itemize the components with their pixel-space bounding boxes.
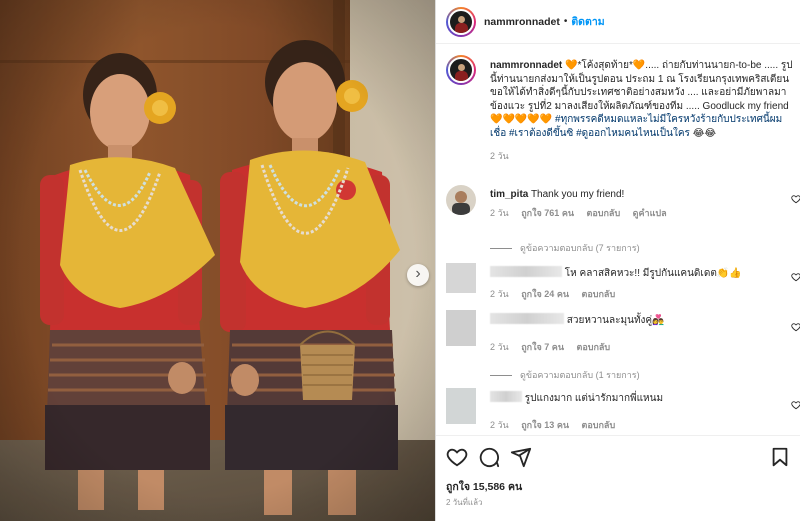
see-translation-button[interactable]: ดูคำแปล — [633, 208, 667, 218]
caption-segment: 😂😂 — [689, 127, 717, 139]
heart-icon[interactable] — [791, 400, 800, 410]
caption-username[interactable]: nammronnadet — [490, 60, 562, 71]
comment-body: tim_pita Thank you my friend! — [490, 188, 780, 201]
comment-likes[interactable]: ถูกใจ 7 คน — [521, 342, 564, 352]
comment-meta: 2 วัน ถูกใจ 13 คน ตอบกลับ — [490, 418, 625, 432]
likes-count[interactable]: ถูกใจ 15,586 คน — [446, 478, 522, 495]
blurred-username — [490, 313, 564, 324]
avatar[interactable] — [446, 310, 476, 346]
comment-text: โห คลาสสิคหวะ!! มีรูปกันแคนดิเดต👏👍 — [564, 268, 742, 279]
reply-button[interactable]: ตอบกลับ — [587, 208, 621, 218]
comment-meta: 2 วัน ถูกใจ 761 คน ตอบกลับ ดูคำแปล — [490, 206, 677, 220]
blurred-username — [490, 391, 522, 402]
post-actions: ถูกใจ 15,586 คน 2 วันที่แล้ว — [436, 435, 800, 521]
heart-icon[interactable] — [446, 446, 468, 468]
reply-button[interactable]: ตอบกลับ — [582, 289, 616, 299]
next-image-button[interactable]: › — [407, 264, 429, 286]
comment-body: สวยหวานละมุนทั้งคู่👩‍❤️‍👨 — [490, 313, 780, 327]
bookmark-icon[interactable] — [769, 446, 791, 468]
view-replies-button[interactable]: ดูข้อความตอบกลับ (1 รายการ) — [490, 368, 640, 382]
comment-text: Thank you my friend! — [530, 189, 625, 200]
post-date: 2 วันที่แล้ว — [446, 498, 483, 507]
blurred-username — [490, 266, 562, 277]
header-username[interactable]: nammronnadet — [484, 16, 560, 28]
post-header: nammronnadet • ติดตาม — [436, 0, 800, 44]
follow-button[interactable]: ติดตาม — [571, 13, 604, 30]
comment-meta: 2 วัน ถูกใจ 7 คน ตอบกลับ — [490, 340, 620, 354]
chevron-right-icon: › — [415, 265, 421, 282]
heart-icon[interactable] — [791, 322, 800, 332]
caption-avatar[interactable] — [446, 55, 476, 85]
heart-icon[interactable] — [791, 272, 800, 282]
comment-text: รูปแกงมาก แต่น่ารักมากพี่แหนม — [524, 393, 664, 404]
avatar[interactable] — [446, 388, 476, 424]
comment-time: 2 วัน — [490, 342, 509, 352]
comments-list[interactable]: nammronnadet 🧡*โค้งสุดท้าย*🧡..... ถ่ายกั… — [436, 45, 800, 435]
avatar[interactable] — [446, 185, 476, 215]
comment-username[interactable]: tim_pita — [490, 189, 528, 200]
comment-text: สวยหวานละมุนทั้งคู่👩‍❤️‍👨 — [566, 315, 665, 326]
instagram-post: › nammronnadet • ติดตาม nammronnadet 🧡*โ… — [0, 0, 800, 521]
reply-button[interactable]: ตอบกลับ — [577, 342, 611, 352]
comment-icon[interactable] — [478, 446, 500, 468]
comment-time: 2 วัน — [490, 420, 509, 430]
comment-likes[interactable]: ถูกใจ 761 คน — [521, 208, 574, 218]
comment-likes[interactable]: ถูกใจ 13 คน — [521, 420, 569, 430]
comment-time: 2 วัน — [490, 208, 509, 218]
share-icon[interactable] — [510, 446, 532, 468]
view-replies-button[interactable]: ดูข้อความตอบกลับ (7 รายการ) — [490, 241, 640, 255]
caption-time: 2 วัน — [490, 151, 509, 161]
separator-dot: • — [563, 16, 568, 27]
avatar[interactable] — [446, 6, 476, 37]
comment-likes[interactable]: ถูกใจ 24 คน — [521, 289, 569, 299]
avatar[interactable] — [446, 263, 476, 293]
post-media[interactable]: › — [0, 0, 435, 521]
comment-time: 2 วัน — [490, 289, 509, 299]
heart-icon[interactable] — [791, 194, 800, 204]
reply-button[interactable]: ตอบกลับ — [582, 420, 616, 430]
comment-body: รูปแกงมาก แต่น่ารักมากพี่แหนม — [490, 391, 780, 405]
post-photo — [0, 0, 435, 521]
caption-text: nammronnadet 🧡*โค้งสุดท้าย*🧡..... ถ่ายกั… — [490, 59, 795, 164]
post-side-panel: nammronnadet • ติดตาม nammronnadet 🧡*โค้… — [435, 0, 800, 521]
comment-meta: 2 วัน ถูกใจ 24 คน ตอบกลับ — [490, 287, 625, 301]
comment-body: โห คลาสสิคหวะ!! มีรูปกันแคนดิเดต👏👍 — [490, 266, 780, 280]
